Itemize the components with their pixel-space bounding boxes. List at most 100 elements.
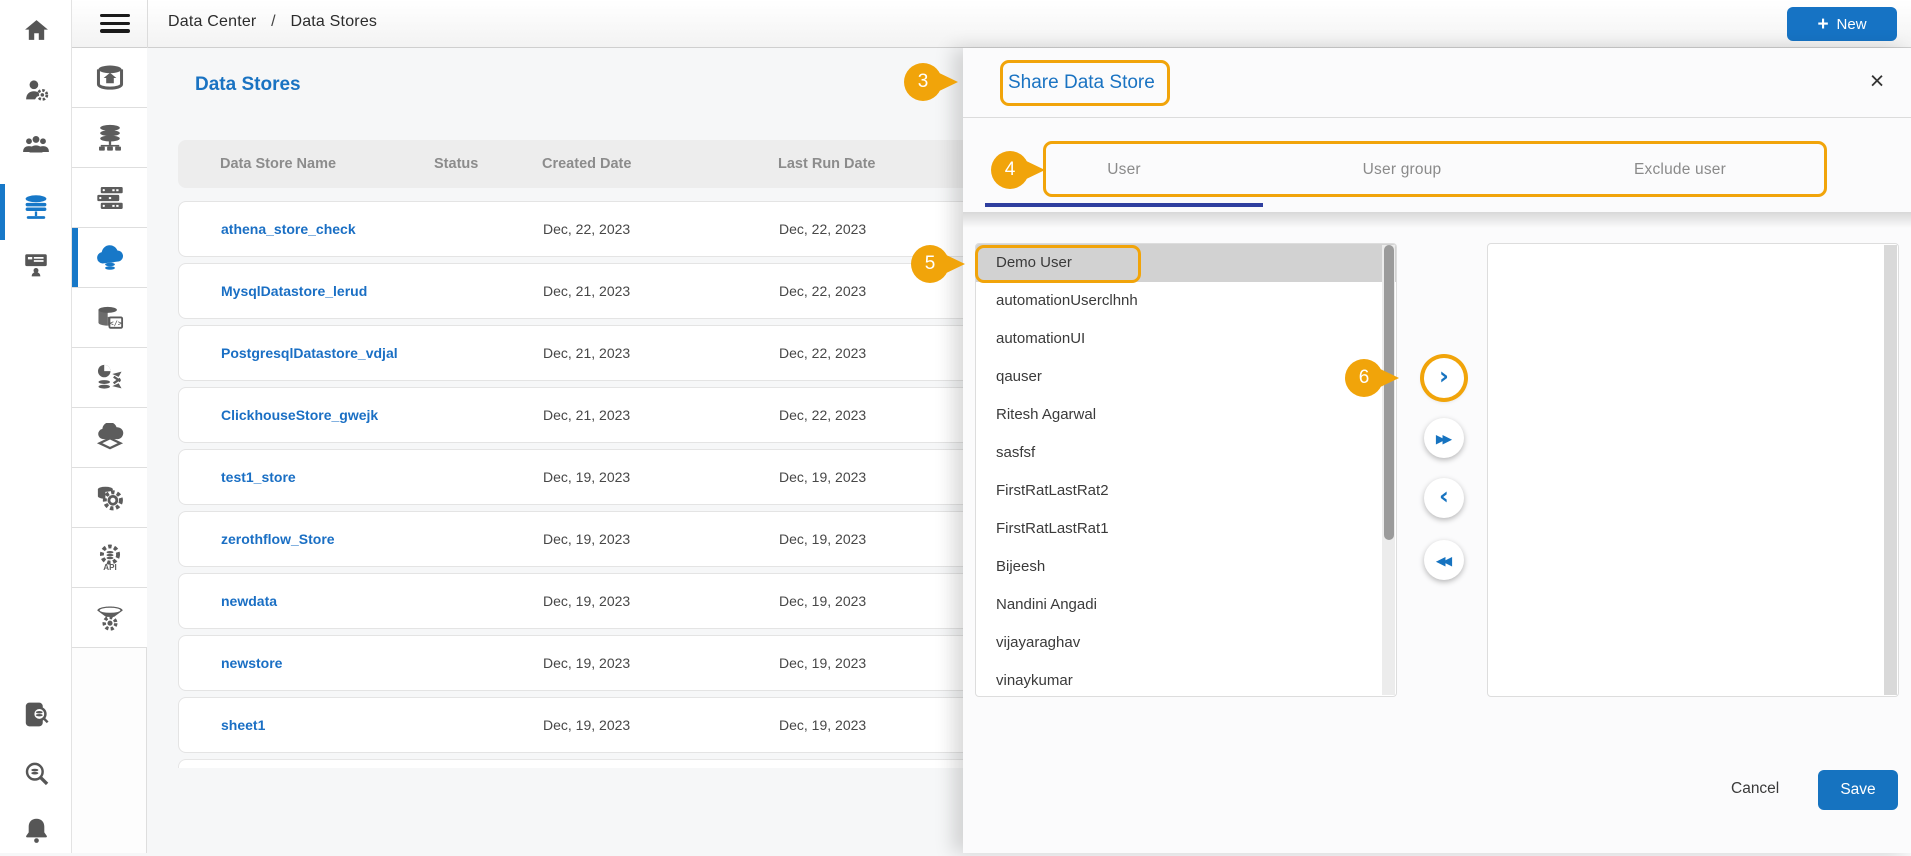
created-date: Dec, 19, 2023 bbox=[543, 574, 763, 628]
datastore-link[interactable]: MysqlDatastore_lerud bbox=[221, 264, 431, 318]
sidebar2-item-custom-datastore[interactable]: </> bbox=[72, 288, 147, 348]
status-value bbox=[435, 326, 535, 380]
breadcrumb-page[interactable]: Data Stores bbox=[290, 13, 377, 30]
user-list-item[interactable]: automationUserclhnh bbox=[976, 282, 1396, 320]
sidebar2-item-data-lake[interactable] bbox=[72, 408, 147, 468]
move-selected-left-button[interactable]: ‹ bbox=[1424, 478, 1464, 518]
database-home-icon bbox=[95, 63, 125, 93]
data-transfer-chart-icon bbox=[95, 363, 125, 393]
new-button[interactable]: + New bbox=[1787, 7, 1897, 41]
status-value bbox=[435, 264, 535, 318]
tab-exclude-user[interactable]: Exclude user bbox=[1541, 141, 1819, 199]
sidebar2-item-data-processing[interactable] bbox=[72, 468, 147, 528]
cancel-button[interactable]: Cancel bbox=[1731, 780, 1779, 798]
sidebar-item-user-settings[interactable] bbox=[0, 64, 72, 116]
sidebar2-item-database-cluster[interactable] bbox=[72, 108, 147, 168]
created-date: Dec, 19, 2023 bbox=[543, 698, 763, 752]
user-list-item[interactable]: Bijeesh bbox=[976, 548, 1396, 586]
sidebar2-item-data-filter[interactable] bbox=[72, 588, 147, 648]
database-gear-icon bbox=[95, 483, 125, 513]
sidebar-item-data-stores[interactable] bbox=[0, 182, 72, 234]
menu-hamburger-icon[interactable] bbox=[100, 14, 130, 34]
sidebar2-item-servers[interactable] bbox=[72, 168, 147, 228]
tab-user[interactable]: User bbox=[985, 141, 1263, 199]
svg-text:API: API bbox=[103, 563, 116, 572]
user-list-item[interactable]: FirstRatLastRat1 bbox=[976, 510, 1396, 548]
datastore-link[interactable]: PostgresqlDatastore_vdjal bbox=[221, 326, 431, 380]
user-list-item[interactable]: FirstRatLastRat2 bbox=[976, 472, 1396, 510]
column-header-created[interactable]: Created Date bbox=[542, 140, 762, 188]
data-store-network-icon bbox=[21, 193, 51, 223]
breadcrumb-separator: / bbox=[271, 13, 276, 30]
funnel-gear-icon bbox=[95, 603, 125, 633]
server-rack-icon bbox=[95, 183, 125, 213]
sidebar-item-home[interactable] bbox=[0, 4, 72, 56]
created-date: Dec, 21, 2023 bbox=[543, 326, 763, 380]
user-list-item-selected[interactable]: Demo User bbox=[976, 244, 1396, 282]
sidebar-item-notifications[interactable] bbox=[0, 804, 72, 856]
column-header-status[interactable]: Status bbox=[434, 140, 534, 188]
tab-user-group[interactable]: User group bbox=[1263, 141, 1541, 199]
data-search-icon bbox=[22, 760, 51, 789]
datastore-link[interactable]: ClickhouseStore_gwejk bbox=[221, 388, 431, 442]
created-date: Dec, 21, 2023 bbox=[543, 264, 763, 318]
sidebar-item-training[interactable] bbox=[0, 238, 72, 290]
datastore-link[interactable]: newdata bbox=[221, 574, 431, 628]
status-value bbox=[435, 698, 535, 752]
created-date: Dec, 21, 2023 bbox=[543, 388, 763, 442]
move-all-left-button[interactable]: ◀◀ bbox=[1424, 540, 1464, 580]
user-list-item[interactable]: qauser bbox=[976, 358, 1396, 396]
user-list-item[interactable]: Nandini Angadi bbox=[976, 586, 1396, 624]
user-list-item[interactable]: automationUI bbox=[976, 320, 1396, 358]
assigned-users-list bbox=[1487, 243, 1899, 697]
sidebar2-item-data-transfer[interactable] bbox=[72, 348, 147, 408]
datastore-link[interactable]: test1_store bbox=[221, 450, 431, 504]
scrollbar-track[interactable] bbox=[1884, 245, 1897, 695]
status-value bbox=[435, 202, 535, 256]
share-tabs: User User group Exclude user bbox=[985, 141, 1819, 199]
double-arrow-right-icon: ▶▶ bbox=[1436, 431, 1452, 446]
sidebar-item-data-search[interactable] bbox=[0, 748, 72, 800]
cloud-database-icon bbox=[94, 242, 126, 274]
status-value bbox=[435, 574, 535, 628]
api-gear-icon: API bbox=[95, 543, 125, 573]
chevron-right-icon: › bbox=[1439, 364, 1449, 388]
user-list-item[interactable]: Ritesh Agarwal bbox=[976, 396, 1396, 434]
sidebar2-item-data-stores[interactable] bbox=[72, 228, 147, 288]
sidebar-item-user-groups[interactable] bbox=[0, 119, 72, 171]
sidebar2-item-data-warehouse[interactable] bbox=[72, 48, 147, 108]
scrollbar-thumb[interactable] bbox=[1384, 245, 1394, 540]
breadcrumb-section[interactable]: Data Center bbox=[168, 13, 256, 30]
status-value bbox=[435, 636, 535, 690]
user-list-item[interactable]: vijayaraghav bbox=[976, 624, 1396, 662]
move-all-right-button[interactable]: ▶▶ bbox=[1424, 418, 1464, 458]
datastore-link[interactable]: athena_store_check bbox=[221, 202, 431, 256]
created-date: Dec, 19, 2023 bbox=[543, 450, 763, 504]
sidebar2-item-api[interactable]: API bbox=[72, 528, 147, 588]
datastore-link[interactable]: zerothflow_Store bbox=[221, 512, 431, 566]
datastore-link[interactable]: sheet1 bbox=[221, 698, 431, 752]
page-title: Data Stores bbox=[195, 74, 301, 96]
sidebar-item-data-catalog[interactable] bbox=[0, 688, 72, 740]
plus-icon: + bbox=[1817, 15, 1828, 34]
datastore-link[interactable]: newstore bbox=[221, 636, 431, 690]
svg-text:</>: </> bbox=[109, 319, 121, 327]
top-bar: Data Center / Data Stores + New bbox=[72, 0, 1911, 48]
database-code-icon: </> bbox=[95, 303, 125, 333]
close-icon[interactable]: × bbox=[1862, 66, 1892, 96]
save-button[interactable]: Save bbox=[1818, 770, 1898, 810]
column-header-name[interactable]: Data Store Name bbox=[220, 140, 430, 188]
double-arrow-left-icon: ◀◀ bbox=[1436, 553, 1452, 568]
database-cluster-icon bbox=[95, 123, 125, 153]
move-selected-right-button[interactable]: › bbox=[1424, 358, 1464, 398]
created-date: Dec, 22, 2023 bbox=[543, 202, 763, 256]
scrollbar-track[interactable] bbox=[1382, 245, 1395, 695]
user-list-item[interactable]: vinaykumar bbox=[976, 662, 1396, 697]
created-date: Dec, 19, 2023 bbox=[543, 636, 763, 690]
cloud-layers-icon bbox=[95, 423, 125, 453]
divider bbox=[963, 117, 1911, 118]
created-date: Dec, 19, 2023 bbox=[543, 512, 763, 566]
monitor-user-icon bbox=[22, 250, 50, 278]
user-list-item[interactable]: sasfsf bbox=[976, 434, 1396, 472]
catalog-search-icon bbox=[22, 700, 51, 729]
